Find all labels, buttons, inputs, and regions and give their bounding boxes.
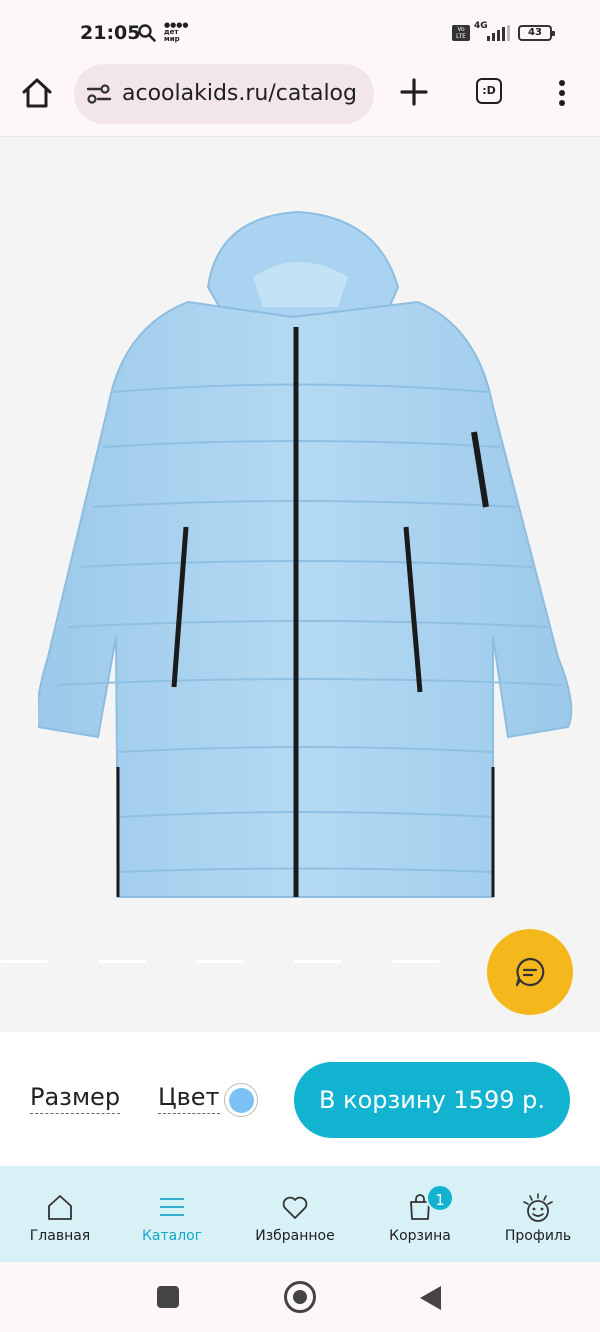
browser-toolbar: acoolakids.ru/catalog :D [0,64,600,137]
nav-item-catalog[interactable]: Каталог [112,1166,232,1262]
address-bar[interactable]: acoolakids.ru/catalog [74,64,374,124]
back-icon[interactable] [420,1286,441,1310]
size-selector[interactable]: Размер [30,1083,121,1114]
chat-bubble-icon [515,957,545,987]
slide-dot[interactable] [294,960,342,963]
tabs-icon[interactable]: :D [476,78,502,104]
brand-text-bottom: мир [164,35,180,43]
smiley-sun-icon [523,1193,553,1222]
bottom-navigation: Главная Каталог Избранное 1 Корзина Проф… [0,1166,600,1262]
home-icon[interactable] [18,74,56,112]
nav-item-home[interactable]: Главная [0,1166,120,1262]
plus-icon[interactable] [396,74,432,110]
slide-dot[interactable] [98,960,146,963]
add-to-cart-button[interactable]: В корзину 1599 р. [294,1062,570,1138]
color-selector[interactable]: Цвет [158,1083,220,1114]
nav-label-home: Главная [29,1228,91,1244]
product-gallery[interactable] [0,137,600,1032]
recents-icon[interactable] [157,1286,179,1308]
nav-label-favorites: Избранное [255,1228,335,1244]
volte-icon: Vo LTE [452,25,470,41]
slide-dot[interactable] [392,960,440,963]
nav-label-catalog: Каталог [141,1228,203,1244]
nav-item-cart[interactable]: 1 Корзина [360,1166,480,1262]
color-swatch-fill [228,1087,254,1113]
network-type: 4G [474,21,488,31]
signal-icon [487,25,510,41]
url-text[interactable]: acoolakids.ru/catalog [122,81,357,106]
product-actions: Размер Цвет В корзину 1599 р. [0,1032,600,1166]
catalog-lines-icon [160,1198,184,1216]
nav-label-cart: Корзина [389,1228,451,1244]
color-swatch[interactable] [224,1083,258,1117]
slide-dot[interactable] [196,960,244,963]
system-home-icon[interactable] [284,1281,316,1313]
home-outline-icon [48,1195,72,1220]
status-bar: 21:05 ●●●● дет мир Vo LTE 4G 43 [0,0,600,64]
cart-count-badge: 1 [426,1184,454,1212]
search-icon [138,24,156,42]
tune-icon[interactable] [86,82,112,106]
status-time: 21:05 [80,22,141,44]
battery-level: 43 [528,27,542,38]
chat-button[interactable] [487,929,573,1015]
nav-item-profile[interactable]: Профиль [478,1166,598,1262]
heart-icon [282,1196,308,1219]
nav-item-favorites[interactable]: Избранное [235,1166,355,1262]
nav-label-profile: Профиль [504,1228,572,1244]
detmir-notification-icon: ●●●● дет мир [164,22,188,43]
more-vert-icon[interactable] [552,78,572,108]
slide-dot[interactable] [0,960,48,963]
product-image[interactable] [38,207,574,907]
system-navigation-bar [0,1262,600,1332]
battery-icon: 43 [518,25,555,41]
